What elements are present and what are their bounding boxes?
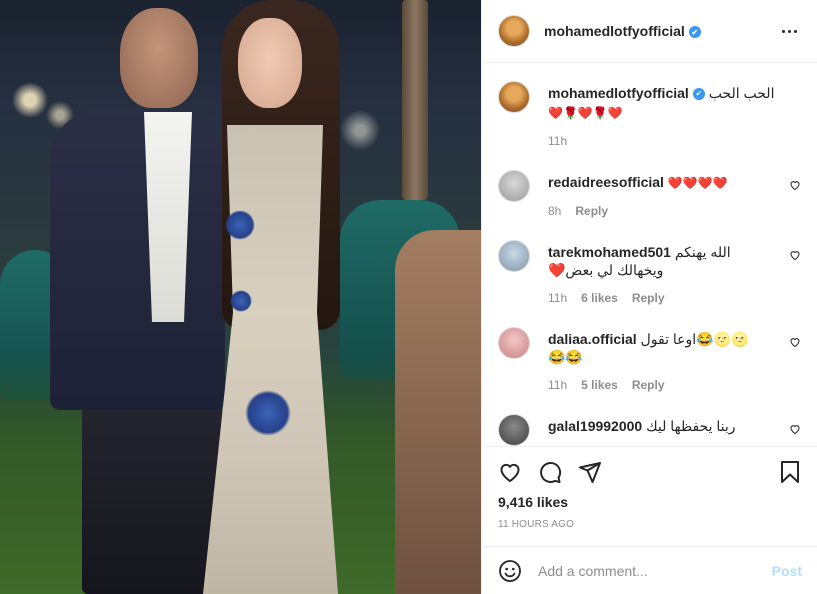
comments-list: mohamedlotfyofficial ✔ الحب الحب ❤️🌹❤️🌹❤️… [482, 63, 817, 446]
comment-bubble-icon[interactable] [538, 460, 562, 484]
comment-body: redaidreesofficial ❤️❤️❤️❤️ 8h Reply [548, 164, 801, 218]
comment-content: اوعا تقول😂🌝🌝 [640, 331, 749, 347]
comment-row: tarekmohamed501 الله يهنكم ويخهالك لي بع… [498, 234, 801, 305]
more-options-icon[interactable] [777, 19, 801, 43]
share-paper-plane-icon[interactable] [578, 460, 602, 484]
comment-meta: 11h 6 likes Reply [548, 291, 777, 305]
comment-username[interactable]: daliaa.official [548, 331, 637, 347]
caption-time[interactable]: 11h [548, 134, 567, 148]
reply-button[interactable]: Reply [575, 204, 608, 218]
avatar[interactable] [498, 15, 530, 47]
post-header: mohamedlotfyofficial ✔ [482, 0, 817, 63]
comment-row: daliaa.official اوعا تقول😂🌝🌝 😂😂 11h 5 li… [498, 321, 801, 392]
comment-time[interactable]: 11h [548, 378, 567, 392]
man-suit [50, 110, 225, 410]
avatar[interactable] [498, 414, 530, 446]
comment-text: tarekmohamed501 الله يهنكم ويخهالك لي بع… [548, 234, 777, 279]
caption-row: mohamedlotfyofficial ✔ الحب الحب ❤️🌹❤️🌹❤️… [498, 75, 801, 148]
like-comment-heart-icon[interactable] [789, 423, 801, 435]
like-comment-heart-icon[interactable] [789, 179, 801, 191]
reply-button[interactable]: Reply [632, 291, 665, 305]
comment-likes[interactable]: 6 likes [581, 291, 618, 305]
like-comment-heart-icon[interactable] [789, 336, 801, 348]
add-comment-bar: Post [482, 546, 817, 594]
like-heart-icon[interactable] [498, 460, 522, 484]
comment-username[interactable]: tarekmohamed501 [548, 244, 671, 260]
post-username[interactable]: mohamedlotfyofficial ✔ [544, 23, 701, 39]
comment-input[interactable] [538, 562, 772, 579]
post-timestamp[interactable]: 11 HOURS AGO [498, 519, 802, 530]
post-photo[interactable] [0, 0, 481, 594]
comment-row: galal19992000 ربنا يحفظها ليك [498, 408, 801, 446]
woman-face [238, 18, 302, 108]
palm-trunk [402, 0, 428, 200]
man-legs [82, 395, 222, 594]
verified-badge-icon: ✔ [692, 88, 705, 101]
comment-text: galal19992000 ربنا يحفظها ليك [548, 408, 777, 435]
avatar[interactable] [498, 327, 530, 359]
post-side-panel: mohamedlotfyofficial ✔ mohamedlotfyoffici… [481, 0, 817, 594]
like-comment-heart-icon[interactable] [789, 249, 801, 261]
likes-count[interactable]: 9,416 likes [498, 494, 802, 510]
dress-flower [245, 390, 291, 436]
comment-time[interactable]: 8h [548, 204, 561, 218]
comment-content-line2: ويخهالك لي بعض❤️ [548, 262, 664, 278]
action-icons [498, 447, 802, 497]
comment-content: ❤️❤️❤️❤️ [667, 176, 728, 190]
comment-content-line2: 😂😂 [548, 349, 583, 365]
username-text[interactable]: mohamedlotfyofficial [544, 23, 685, 39]
avatar[interactable] [498, 240, 530, 272]
comment-body: galal19992000 ربنا يحفظها ليك [548, 408, 801, 446]
comment-body: tarekmohamed501 الله يهنكم ويخهالك لي بع… [548, 234, 801, 305]
comment-text: daliaa.official اوعا تقول😂🌝🌝 😂😂 [548, 321, 777, 366]
comment-username[interactable]: galal19992000 [548, 418, 642, 434]
avatar[interactable] [498, 170, 530, 202]
comment-likes[interactable]: 5 likes [581, 378, 618, 392]
comment-body: daliaa.official اوعا تقول😂🌝🌝 😂😂 11h 5 li… [548, 321, 801, 392]
guest-right [395, 230, 481, 594]
avatar[interactable] [498, 81, 530, 113]
comment-meta: 8h Reply [548, 204, 777, 218]
verified-badge-icon: ✔ [688, 26, 701, 39]
post-actions: 9,416 likes 11 HOURS AGO [482, 446, 817, 530]
comment-username[interactable]: redaidreesofficial [548, 174, 664, 190]
post-comment-button[interactable]: Post [772, 563, 802, 579]
save-bookmark-icon[interactable] [778, 460, 802, 484]
caption-content: الحب الحب [708, 85, 775, 101]
dress-flower [230, 290, 252, 312]
caption-text: mohamedlotfyofficial ✔ الحب الحب ❤️🌹❤️🌹❤️ [548, 75, 777, 122]
emoji-smiley-icon[interactable] [498, 559, 522, 583]
caption-body: mohamedlotfyofficial ✔ الحب الحب ❤️🌹❤️🌹❤️… [548, 75, 801, 148]
comment-row: redaidreesofficial ❤️❤️❤️❤️ 8h Reply [498, 164, 801, 218]
comment-time[interactable]: 11h [548, 291, 567, 305]
caption-emoji-line: ❤️🌹❤️🌹❤️ [548, 106, 623, 120]
comment-content: الله يهنكم [674, 244, 731, 260]
caption-meta: 11h [548, 134, 777, 148]
dress-flower [225, 210, 255, 240]
comment-meta: 11h 5 likes Reply [548, 378, 777, 392]
man-head [120, 8, 198, 108]
comment-text: redaidreesofficial ❤️❤️❤️❤️ [548, 164, 777, 192]
instagram-post-modal: mohamedlotfyofficial ✔ mohamedlotfyoffici… [0, 0, 817, 594]
reply-button[interactable]: Reply [632, 378, 665, 392]
comment-content: ربنا يحفظها ليك [646, 418, 736, 434]
caption-username[interactable]: mohamedlotfyofficial [548, 85, 689, 101]
